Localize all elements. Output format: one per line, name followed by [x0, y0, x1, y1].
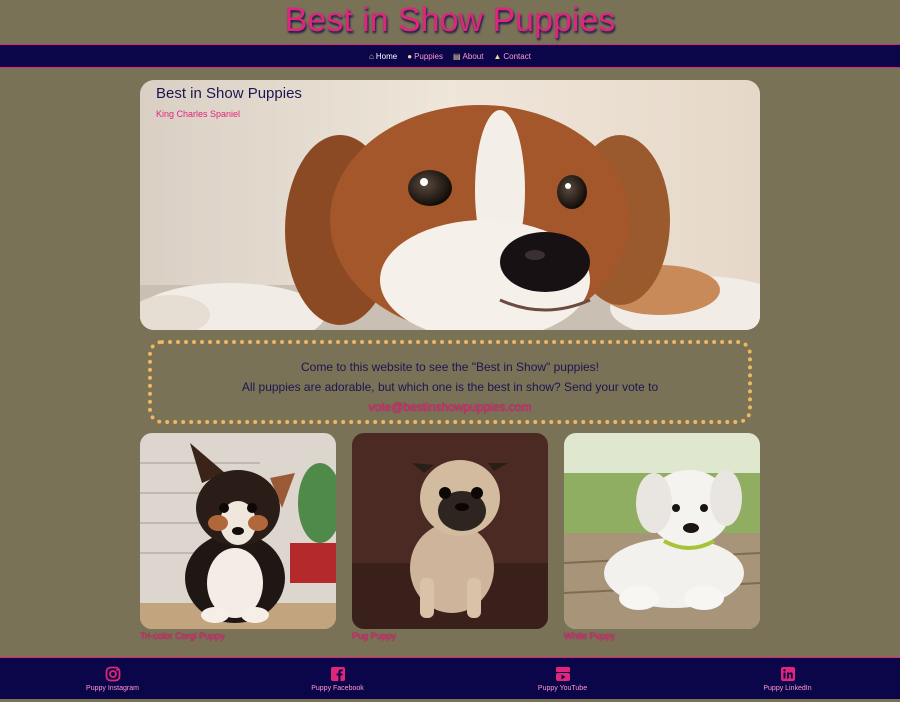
main-navbar: ⌂ Home ● Puppies ▤ About ▲ Contact: [0, 44, 900, 68]
corgi-caption: Tri-color Corgi Puppy: [140, 631, 225, 641]
footer-facebook-label: Puppy Facebook: [311, 684, 364, 692]
vote-message-box: Come to this website to see the "Best in…: [148, 340, 752, 424]
footer-youtube-label: Puppy YouTube: [537, 684, 588, 692]
white-puppy-caption: White Puppy: [564, 631, 616, 641]
nav-home-label: Home: [375, 51, 398, 61]
white-puppy-photo: [564, 433, 760, 629]
id-card-icon: ▤: [452, 51, 461, 61]
instagram-icon: [105, 666, 120, 681]
footer-linkedin-link[interactable]: Puppy LinkedIn: [675, 658, 900, 699]
footer-facebook-link[interactable]: Puppy Facebook: [225, 658, 450, 699]
message-line-2: All puppies are adorable, but which one …: [241, 380, 659, 394]
site-title: Best in Show Puppies: [284, 1, 616, 39]
pug-photo: [352, 433, 548, 629]
footer-instagram-label: Puppy Instagram: [86, 684, 139, 692]
footer-instagram-link[interactable]: Puppy Instagram: [0, 658, 225, 699]
nav-contact[interactable]: ▲ Contact: [493, 52, 531, 61]
message-line-1: Come to this website to see the "Best in…: [300, 360, 599, 374]
paw-icon: ●: [407, 51, 413, 61]
nav-about-label: About: [462, 51, 484, 61]
youtube-icon: [555, 666, 570, 681]
gallery-card-corgi[interactable]: Tri-color Corgi Puppy: [140, 433, 336, 641]
linkedin-icon: [780, 666, 795, 681]
mailbox-icon: ▲: [493, 51, 502, 61]
hero-title: Best in Show Puppies: [156, 85, 302, 102]
gallery-card-pug[interactable]: Pug Puppy: [352, 433, 548, 641]
nav-puppies-label: Puppies: [414, 51, 443, 61]
corgi-photo: [140, 433, 336, 629]
nav-contact-label: Contact: [503, 51, 531, 61]
gallery-card-white-puppy[interactable]: White Puppy: [564, 433, 760, 641]
nav-puppies[interactable]: ● Puppies: [407, 52, 443, 61]
pug-caption: Pug Puppy: [352, 631, 397, 641]
hero-subtitle: King Charles Spaniel: [156, 109, 241, 119]
site-header: Best in Show Puppies: [0, 0, 900, 44]
home-icon: ⌂: [369, 51, 374, 61]
footer-linkedin-label: Puppy LinkedIn: [763, 684, 812, 692]
footer-youtube-link[interactable]: Puppy YouTube: [450, 658, 675, 699]
hero-banner: Best in Show Puppies King Charles Spanie…: [140, 80, 760, 330]
nav-home[interactable]: ⌂ Home: [369, 52, 397, 61]
nav-about[interactable]: ▤ About: [453, 52, 483, 61]
vote-email-link[interactable]: vote@bestinshowpuppies.com: [152, 397, 748, 417]
facebook-icon: [330, 666, 345, 681]
social-footer: Puppy Instagram Puppy Facebook Puppy You…: [0, 657, 900, 699]
